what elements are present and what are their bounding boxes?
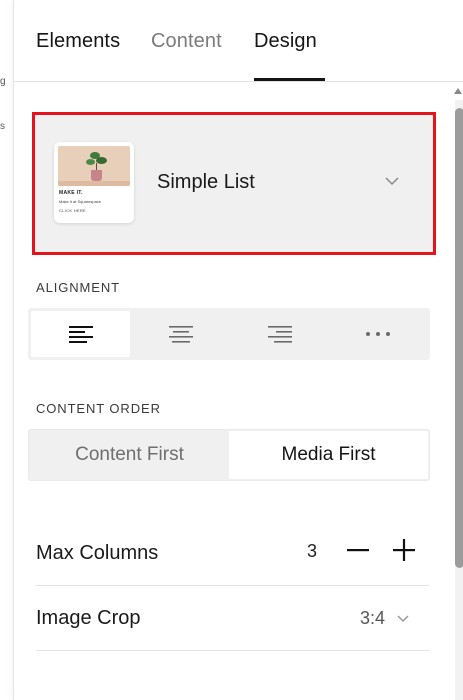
- layout-selector[interactable]: MAKE IT. Make it at Squarespace CLICK HE…: [32, 112, 436, 255]
- alignment-label: ALIGNMENT: [36, 280, 120, 295]
- chevron-down-icon: [397, 615, 409, 623]
- decrement-button[interactable]: [345, 537, 371, 563]
- align-right-button[interactable]: [230, 311, 329, 357]
- content-first-option[interactable]: Content First: [30, 431, 229, 479]
- edge-marks: g s: [0, 0, 14, 700]
- align-right-icon: [267, 326, 292, 343]
- increment-button[interactable]: [391, 537, 417, 563]
- edge-mark: g: [0, 76, 6, 87]
- active-tab-indicator: [254, 78, 325, 81]
- tab-elements[interactable]: Elements: [36, 30, 120, 53]
- layout-thumbnail: MAKE IT. Make it at Squarespace CLICK HE…: [54, 142, 134, 223]
- design-panel: Elements Content Design MAKE IT. Make it…: [13, 0, 463, 700]
- image-crop-label: Image Crop: [36, 607, 141, 629]
- align-left-icon: [68, 326, 93, 343]
- content-order-control: Content First Media First: [28, 429, 430, 481]
- row-divider: [36, 650, 429, 651]
- thumbnail-subtitle: Make it at Squarespace: [59, 199, 102, 204]
- tab-bar: Elements Content Design: [14, 0, 463, 82]
- scrollbar-thumb[interactable]: [455, 108, 463, 568]
- align-center-icon: [168, 326, 193, 343]
- align-left-button[interactable]: [31, 311, 130, 357]
- content-order-label: CONTENT ORDER: [36, 401, 161, 416]
- image-crop-select[interactable]: 3:4: [356, 608, 431, 632]
- max-columns-row: Max Columns 3: [36, 521, 429, 586]
- plus-icon: [393, 539, 415, 561]
- max-columns-value: 3: [307, 541, 318, 561]
- thumbnail-title: MAKE IT.: [59, 190, 83, 196]
- scroll-up-arrow-icon[interactable]: [454, 88, 462, 94]
- max-columns-label: Max Columns: [36, 542, 159, 564]
- thumbnail-cta: CLICK HERE: [59, 208, 87, 213]
- minus-icon: [347, 549, 369, 552]
- alignment-control: [28, 308, 430, 360]
- tab-design[interactable]: Design: [254, 30, 317, 53]
- chevron-down-icon: [385, 177, 399, 186]
- more-options-button[interactable]: [328, 311, 427, 357]
- media-first-option[interactable]: Media First: [229, 431, 428, 479]
- align-center-button[interactable]: [131, 311, 230, 357]
- image-crop-value: 3:4: [360, 608, 386, 628]
- more-icon: [365, 332, 390, 336]
- image-crop-row: Image Crop 3:4: [36, 586, 429, 651]
- tab-content[interactable]: Content: [151, 30, 222, 53]
- layout-name: Simple List: [157, 171, 255, 193]
- edge-mark: s: [0, 121, 5, 132]
- plant-image: [58, 146, 130, 186]
